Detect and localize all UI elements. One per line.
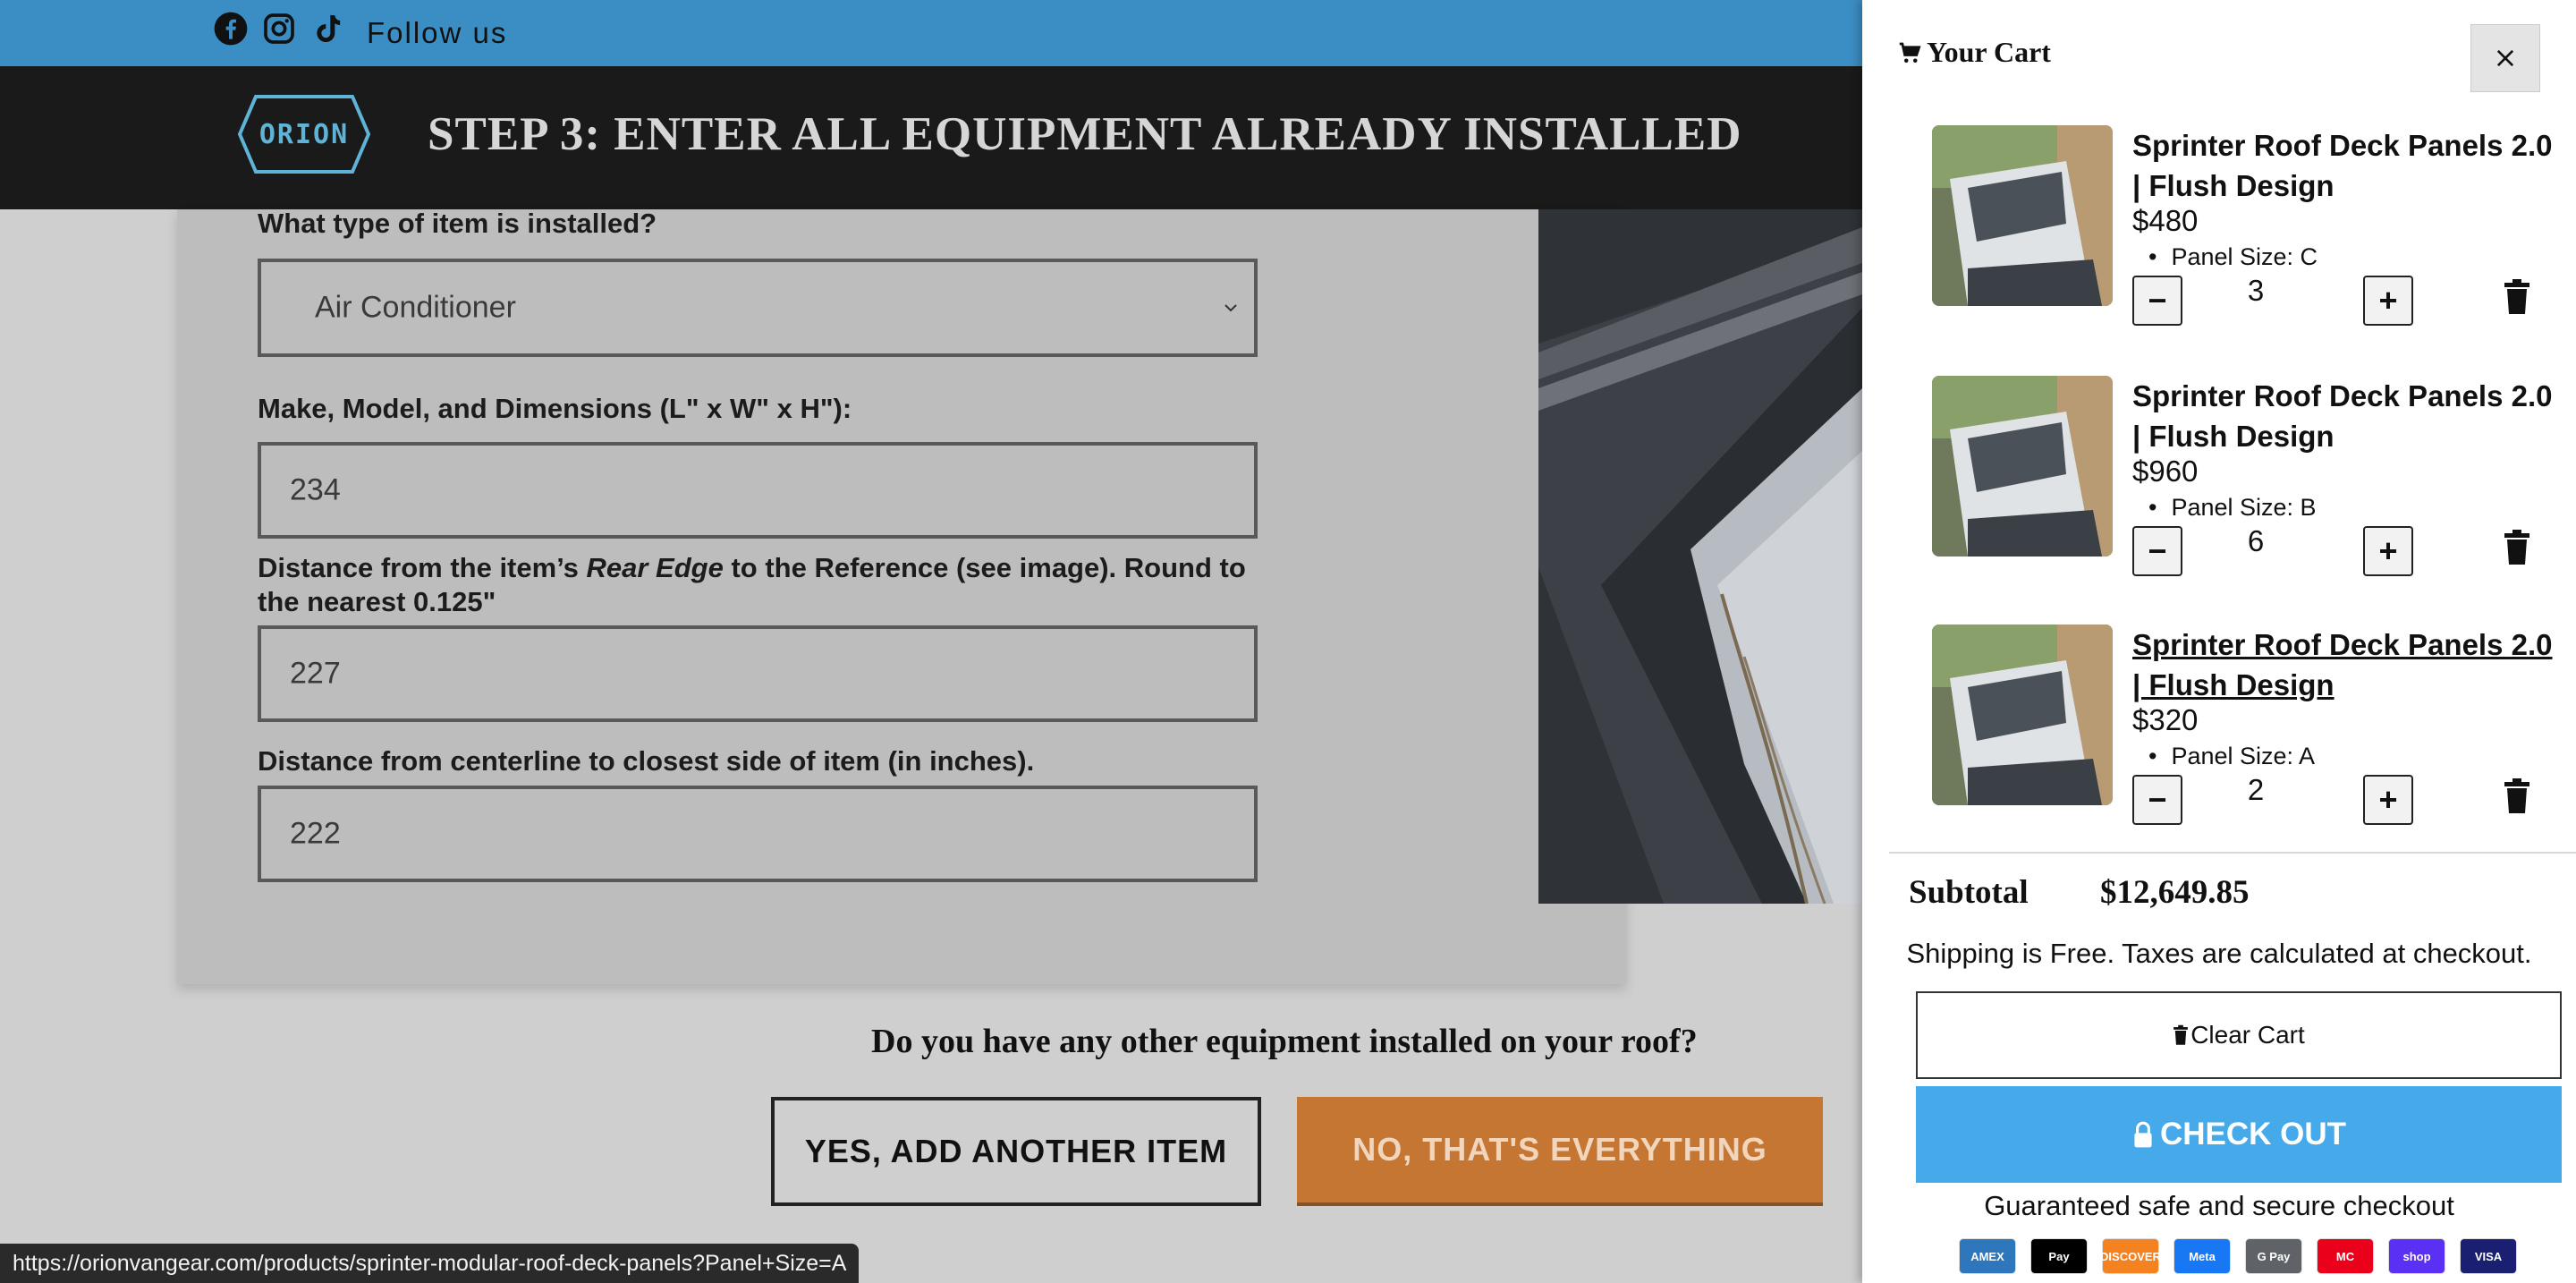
- decrease-quantity-button[interactable]: −: [2132, 775, 2182, 825]
- make-model-value: 234: [290, 472, 341, 507]
- clear-cart-label: Clear Cart: [2190, 1021, 2305, 1049]
- clear-cart-button[interactable]: Clear Cart: [1916, 991, 2562, 1079]
- item-option: Panel Size: A: [2148, 743, 2315, 770]
- payment-method-badge: DISCOVER: [2100, 1238, 2161, 1274]
- item-type-select[interactable]: Air Conditioner: [258, 259, 1258, 357]
- checkout-button[interactable]: CHECK OUT: [1916, 1086, 2562, 1183]
- cart-item: Sprinter Roof Deck Panels 2.0 | Flush De…: [1862, 376, 2576, 608]
- trash-icon: [2174, 1024, 2189, 1045]
- payment-method-badge: Meta: [2174, 1238, 2231, 1274]
- product-thumbnail[interactable]: [1932, 625, 2113, 805]
- tiktok-icon[interactable]: [309, 11, 345, 47]
- item-type-value: Air Conditioner: [315, 290, 516, 325]
- link-status-url: https://orionvangear.com/products/sprint…: [0, 1244, 860, 1283]
- social-icons: [213, 11, 345, 47]
- reference-photo: [1538, 209, 1862, 904]
- cart-drawer: Your Cart Sprinter Roof Deck Panels 2.0 …: [1862, 0, 2576, 1283]
- lock-icon: [2134, 1121, 2152, 1148]
- add-another-item-button[interactable]: YES, ADD ANOTHER ITEM: [771, 1097, 1261, 1206]
- secure-checkout-note: Guaranteed safe and secure checkout: [1984, 1190, 2454, 1221]
- payment-method-badge: VISA: [2460, 1238, 2517, 1274]
- logo-text: ORION: [259, 119, 349, 150]
- decrease-quantity-button[interactable]: −: [2132, 276, 2182, 326]
- trash-icon[interactable]: [2503, 778, 2531, 814]
- centerline-input[interactable]: 222: [258, 786, 1258, 882]
- increase-quantity-button[interactable]: +: [2363, 526, 2413, 576]
- rear-edge-input[interactable]: 227: [258, 625, 1258, 722]
- cart-icon: [1899, 42, 1921, 63]
- close-cart-button[interactable]: [2470, 24, 2540, 92]
- increase-quantity-button[interactable]: +: [2363, 276, 2413, 326]
- payment-method-badge: shop: [2388, 1238, 2445, 1274]
- subtotal-divider: [1889, 852, 2576, 854]
- product-thumbnail[interactable]: [1932, 125, 2113, 306]
- payment-method-badge: Pay: [2030, 1238, 2088, 1274]
- centerline-label: Distance from centerline to closest side…: [258, 745, 1035, 777]
- increase-quantity-button[interactable]: +: [2363, 775, 2413, 825]
- instagram-icon[interactable]: [261, 11, 297, 47]
- trash-icon[interactable]: [2503, 530, 2531, 565]
- chevron-down-icon: [1224, 304, 1237, 312]
- payment-method-badge: AMEX: [1959, 1238, 2016, 1274]
- quantity-value[interactable]: 3: [2220, 274, 2292, 308]
- step-title: STEP 3: ENTER ALL EQUIPMENT ALREADY INST…: [428, 108, 1742, 160]
- follow-us-text: Follow us: [367, 16, 508, 49]
- item-title[interactable]: Sprinter Roof Deck Panels 2.0 | Flush De…: [2132, 125, 2553, 206]
- item-price: $960: [2132, 455, 2199, 488]
- decrease-quantity-button[interactable]: −: [2132, 526, 2182, 576]
- item-option: Panel Size: B: [2148, 494, 2316, 522]
- item-type-label: What type of item is installed?: [258, 208, 657, 239]
- cart-item: Sprinter Roof Deck Panels 2.0 | Flush De…: [1862, 625, 2576, 857]
- quantity-value[interactable]: 6: [2220, 524, 2292, 558]
- item-title[interactable]: Sprinter Roof Deck Panels 2.0 | Flush De…: [2132, 625, 2553, 705]
- subtotal-label: Subtotal: [1909, 874, 2029, 911]
- payment-method-badge: G Pay: [2245, 1238, 2302, 1274]
- trash-icon[interactable]: [2503, 279, 2531, 315]
- rear-edge-label: Distance from the item’s Rear Edge to th…: [258, 552, 1246, 617]
- item-price: $320: [2132, 703, 2199, 736]
- item-price: $480: [2132, 204, 2199, 237]
- cart-title-text: Your Cart: [1927, 36, 2051, 68]
- cart-header: Your Cart: [1862, 0, 2576, 113]
- centerline-value: 222: [290, 816, 341, 851]
- payment-method-badge: MC: [2317, 1238, 2374, 1274]
- item-title[interactable]: Sprinter Roof Deck Panels 2.0 | Flush De…: [2132, 376, 2553, 456]
- rear-edge-value: 227: [290, 656, 341, 691]
- subtotal-value: $12,649.85: [2100, 874, 2250, 911]
- cart-title: Your Cart: [1896, 36, 2051, 69]
- orion-logo[interactable]: ORION: [236, 93, 372, 175]
- product-thumbnail[interactable]: [1932, 376, 2113, 557]
- quantity-value[interactable]: 2: [2220, 773, 2292, 807]
- shipping-note: Shipping is Free. Taxes are calculated a…: [1906, 938, 2532, 969]
- close-icon: [2496, 49, 2514, 67]
- payment-methods: AMEX Pay DISCOVER Meta G Pay MC shop VISA: [1959, 1238, 2517, 1274]
- other-equipment-question: Do you have any other equipment installe…: [871, 1023, 1698, 1060]
- make-model-input[interactable]: 234: [258, 442, 1258, 539]
- checkout-label: CHECK OUT: [2159, 1117, 2347, 1151]
- make-model-label: Make, Model, and Dimensions (L" x W" x H…: [258, 393, 852, 424]
- thats-everything-button[interactable]: NO, THAT'S EVERYTHING: [1297, 1097, 1823, 1206]
- item-option: Panel Size: C: [2148, 243, 2318, 271]
- cart-item: Sprinter Roof Deck Panels 2.0 | Flush De…: [1862, 125, 2576, 358]
- facebook-icon[interactable]: [213, 11, 249, 47]
